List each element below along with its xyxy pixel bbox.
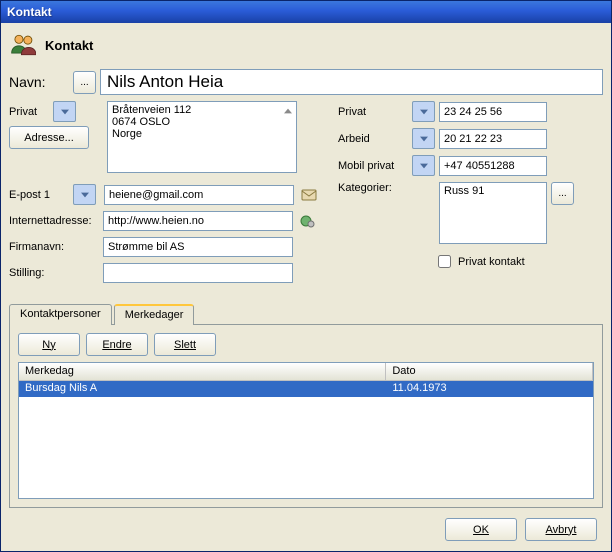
columns: Privat Adresse...	[9, 101, 603, 289]
endre-button[interactable]: Endre	[86, 333, 148, 356]
right-column: Privat Arbeid Mobil privat Kategorier:	[338, 101, 603, 289]
name-row: Navn: ...	[9, 69, 603, 95]
grid-header[interactable]: Merkedag Dato	[19, 363, 593, 381]
privat-kontakt-label: Privat kontakt	[458, 256, 525, 268]
privat-addr-dropdown[interactable]	[53, 101, 76, 122]
phone-arbeid-dropdown[interactable]	[412, 128, 435, 149]
phone-arbeid-input[interactable]	[439, 129, 547, 149]
tab-merkedager[interactable]: Merkedager	[114, 304, 195, 325]
tab-button-row: Ny Endre Slett	[18, 333, 594, 356]
internett-label: Internettadresse:	[9, 215, 99, 227]
epost1-input[interactable]	[104, 185, 294, 205]
address-scroll-up-icon[interactable]	[280, 103, 295, 118]
address-textarea[interactable]	[107, 101, 297, 173]
page-title: Kontakt	[45, 38, 93, 53]
phone-privat-label: Privat	[338, 106, 408, 118]
footer-buttons: OK Avbryt	[9, 508, 603, 543]
ok-button[interactable]: OK	[445, 518, 517, 541]
cell-dato: 11.04.1973	[386, 381, 593, 397]
slett-button[interactable]: Slett	[154, 333, 216, 356]
name-more-button[interactable]: ...	[73, 71, 96, 94]
col-header-dato[interactable]: Dato	[386, 363, 593, 380]
tab-strip: Kontaktpersoner Merkedager	[9, 303, 603, 325]
phone-privat-input[interactable]	[439, 102, 547, 122]
table-row[interactable]: Bursdag Nils A 11.04.1973	[19, 381, 593, 397]
cell-merkedag: Bursdag Nils A	[19, 381, 386, 397]
avbryt-button[interactable]: Avbryt	[525, 518, 597, 541]
name-label: Navn:	[9, 74, 69, 90]
stilling-input[interactable]	[103, 263, 293, 283]
privat-addr-label: Privat	[9, 106, 49, 118]
phone-mobil-dropdown[interactable]	[412, 155, 435, 176]
left-column: Privat Adresse...	[9, 101, 320, 289]
internett-input[interactable]	[103, 211, 293, 231]
people-icon	[9, 31, 37, 59]
phone-mobil-input[interactable]	[439, 156, 547, 176]
phone-privat-dropdown[interactable]	[412, 101, 435, 122]
name-input[interactable]	[100, 69, 603, 95]
phone-mobil-label: Mobil privat	[338, 160, 408, 172]
privat-kontakt-checkbox[interactable]	[438, 255, 451, 268]
firma-input[interactable]	[103, 237, 293, 257]
kategorier-textarea[interactable]	[439, 182, 547, 244]
kategorier-label: Kategorier:	[338, 182, 408, 194]
col-header-merkedag[interactable]: Merkedag	[19, 363, 386, 380]
header-row: Kontakt	[9, 31, 603, 59]
globe-link-icon[interactable]	[297, 211, 319, 231]
email-icon[interactable]	[298, 185, 320, 205]
adresse-button[interactable]: Adresse...	[9, 126, 89, 149]
window-title: Kontakt	[7, 5, 52, 19]
merkedager-grid[interactable]: Merkedag Dato Bursdag Nils A 11.04.1973	[18, 362, 594, 499]
titlebar: Kontakt	[1, 1, 611, 23]
epost1-label: E-post 1	[9, 189, 69, 201]
epost1-dropdown[interactable]	[73, 184, 96, 205]
tab-kontaktpersoner[interactable]: Kontaktpersoner	[9, 304, 112, 325]
phone-arbeid-label: Arbeid	[338, 133, 408, 145]
content-area: Kontakt Navn: ... Privat	[1, 23, 611, 551]
kontakt-window: Kontakt Kontakt Navn: ...	[0, 0, 612, 552]
kategorier-more-button[interactable]: ...	[551, 182, 574, 205]
firma-label: Firmanavn:	[9, 241, 99, 253]
stilling-label: Stilling:	[9, 267, 99, 279]
tab-panel-merkedager: Ny Endre Slett Merkedag Dato Bursdag Nil…	[9, 325, 603, 508]
ny-button[interactable]: Ny	[18, 333, 80, 356]
